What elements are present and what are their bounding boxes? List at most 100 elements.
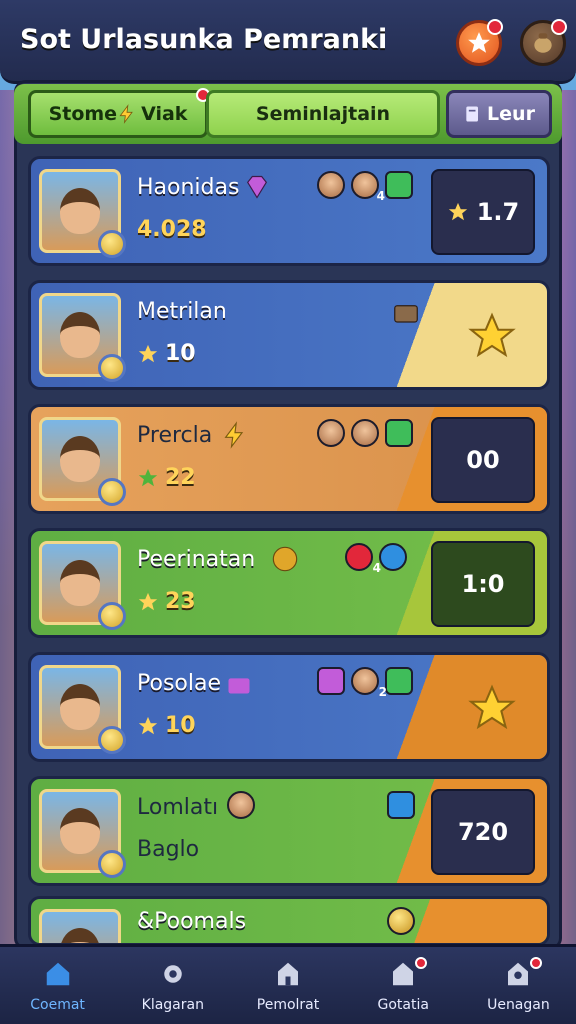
- list-item[interactable]: Metrilan 10: [28, 280, 550, 390]
- top-bar: Sot Urlasunka Pemranki: [0, 0, 576, 84]
- lightning-icon: [224, 421, 244, 449]
- star-icon: [138, 468, 158, 486]
- player-name: Lomlatı: [137, 795, 219, 820]
- gem-icon: [379, 543, 407, 571]
- tab-seminlajtain[interactable]: Seminlajtain: [206, 90, 440, 138]
- friend-avatar-icon: 2: [351, 667, 387, 699]
- shop-icon: [278, 962, 298, 986]
- gem-icon: [246, 175, 268, 199]
- player-stat: 10: [137, 713, 196, 738]
- gear-icon: [164, 965, 182, 983]
- gem-icon: [317, 667, 345, 695]
- list-item[interactable]: Posolae 10 2: [28, 652, 550, 762]
- nav-home[interactable]: Coemat: [0, 947, 115, 1024]
- tab-leur[interactable]: Leur: [446, 90, 552, 138]
- list-item[interactable]: Lomlatı Baglo 720: [28, 776, 550, 886]
- coin-badge-icon: [98, 726, 126, 754]
- inventory-button[interactable]: [520, 19, 567, 66]
- tab-bar: Stome Viak Seminlajtain Leur: [14, 84, 562, 144]
- coin-badge-icon: [98, 354, 126, 382]
- bottom-navigation: Coemat Klagaran Pemolrat Gotatia Uenagan: [0, 944, 576, 1024]
- nav-label: Pemolrat: [256, 997, 320, 1013]
- app-title: Sot Urlasunka Pemranki: [20, 24, 388, 55]
- score-value: 1.7: [476, 198, 520, 226]
- player-stat: 4.028: [137, 217, 207, 242]
- player-name: Haonidas: [137, 175, 240, 200]
- player-name: &Poomals: [137, 909, 247, 934]
- friend-avatar-icon: [227, 791, 255, 819]
- nav-label: Klagaran: [141, 997, 204, 1013]
- favorites-button[interactable]: [456, 19, 503, 66]
- star-icon: [138, 716, 158, 734]
- chest-icon: [394, 305, 418, 323]
- notification-dot: [414, 957, 427, 969]
- tab-label: Leur: [487, 103, 535, 125]
- player-name: Peerinatan: [137, 547, 256, 572]
- nav-label: Coemat: [30, 997, 85, 1013]
- player-stat: 22: [137, 465, 196, 490]
- avatar: [39, 293, 126, 382]
- nav-label: Uenagan: [487, 997, 550, 1013]
- nav-profile[interactable]: Uenagan: [461, 947, 576, 1024]
- score-value: 720: [457, 818, 509, 846]
- nav-shop[interactable]: Pemolrat: [230, 947, 345, 1024]
- friend-avatar-icon: [317, 171, 345, 199]
- tab-stome[interactable]: Stome Viak: [28, 88, 210, 138]
- avatar: [39, 789, 126, 878]
- avatar: [39, 909, 121, 943]
- nav-clan[interactable]: Klagaran: [115, 947, 230, 1024]
- friend-avatar-icon: [317, 419, 345, 447]
- friend-avatar-icon: 4: [351, 171, 385, 203]
- potion-icon: 4: [345, 543, 381, 575]
- list-item[interactable]: Peerinatan 23 4 1:0: [28, 528, 550, 638]
- tab-label: Stome: [48, 103, 118, 125]
- player-stat: 10: [137, 341, 196, 366]
- nav-events[interactable]: Gotatia: [346, 947, 461, 1024]
- friend-avatar-icon: [351, 419, 379, 447]
- tab-label: Seminlajtain: [255, 103, 391, 125]
- gift-icon: [228, 678, 250, 694]
- score-box: 1:0: [431, 541, 535, 627]
- player-tags: 4: [317, 171, 413, 203]
- player-name: Metrilan: [137, 299, 227, 324]
- score-value: 00: [466, 446, 500, 474]
- coin-badge-icon: [98, 230, 126, 258]
- player-stat: Baglo: [137, 837, 200, 862]
- score-box: 720: [431, 789, 535, 875]
- player-name: Posolae: [137, 671, 221, 696]
- shield-icon: [385, 419, 413, 447]
- player-stat: 23: [137, 589, 196, 614]
- lightning-icon: [119, 104, 133, 124]
- score-value: 1:0: [461, 570, 505, 598]
- tab-label-secondary: Viak: [141, 103, 188, 125]
- player-tags: [387, 907, 415, 935]
- list-item[interactable]: Haonidas 4.028 4 1.7: [28, 156, 550, 266]
- notification-dot: [487, 19, 503, 35]
- bag-icon: [534, 33, 552, 53]
- document-icon: [466, 106, 479, 122]
- avatar: [39, 541, 126, 630]
- player-tags: [387, 791, 415, 819]
- star-icon: [468, 32, 490, 53]
- star-icon[interactable]: [467, 311, 517, 361]
- star-icon: [138, 592, 158, 610]
- avatar: [39, 169, 126, 258]
- list-item[interactable]: Prercla 22 00: [28, 404, 550, 514]
- avatar: [39, 417, 126, 506]
- player-tags: 2: [317, 667, 413, 699]
- coin-icon: [387, 907, 415, 935]
- home-icon: [46, 962, 69, 986]
- score-box: 00: [431, 417, 535, 503]
- list-item[interactable]: &Poomals: [28, 896, 550, 946]
- player-tags: 4: [345, 543, 407, 575]
- notification-dot: [530, 957, 543, 969]
- score-box: 1.7: [431, 169, 535, 255]
- shield-icon: [385, 667, 413, 695]
- coin-badge-icon: [98, 602, 126, 630]
- notification-dot: [551, 19, 567, 35]
- star-icon[interactable]: [467, 683, 517, 733]
- coin-badge-icon: [98, 850, 126, 878]
- coin-badge-icon: [98, 478, 126, 506]
- player-tags: [317, 419, 413, 447]
- avatar: [39, 665, 126, 754]
